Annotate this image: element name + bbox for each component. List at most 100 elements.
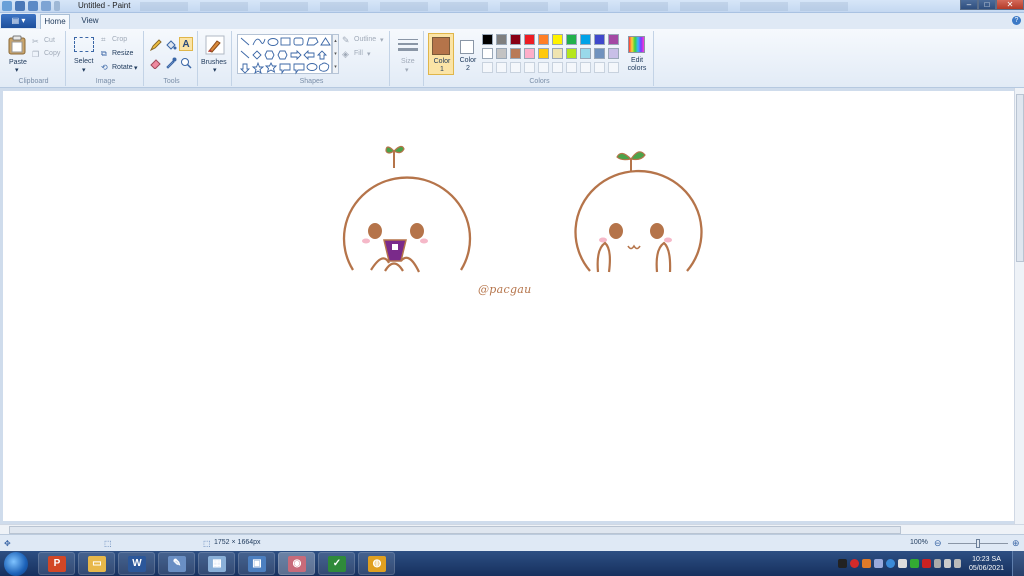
resize-button[interactable]: Resize — [112, 50, 133, 57]
paste-button[interactable]: Paste ▾ — [6, 33, 28, 74]
zoom-out-icon[interactable]: ⊖ — [934, 538, 942, 549]
palette-empty-swatch[interactable] — [566, 62, 577, 73]
tray-app-icon[interactable] — [838, 559, 847, 568]
maximize-button[interactable]: □ — [978, 0, 996, 10]
palette-swatch[interactable] — [594, 48, 605, 59]
start-button[interactable] — [4, 552, 28, 576]
color-1-button[interactable]: Color 1 — [428, 33, 454, 75]
save-icon[interactable] — [15, 1, 25, 11]
tray-chat-icon[interactable] — [886, 559, 895, 568]
rotate-button[interactable]: Rotate — [112, 64, 133, 71]
palette-swatch[interactable] — [566, 34, 577, 45]
tab-view[interactable]: View — [76, 14, 104, 29]
eraser-icon[interactable] — [150, 57, 162, 69]
shapes-gallery[interactable] — [237, 34, 332, 75]
horizontal-scrollbar[interactable] — [0, 524, 1024, 534]
fill-bucket-icon[interactable] — [165, 39, 177, 51]
vertical-scrollbar[interactable] — [1014, 88, 1024, 524]
palette-swatch[interactable] — [580, 48, 591, 59]
tray-opera-icon[interactable] — [850, 559, 859, 568]
color-picker-icon[interactable] — [165, 57, 177, 69]
tray-network-status-icon[interactable] — [910, 559, 919, 568]
taskbar-excel-like[interactable]: ✓ — [318, 552, 355, 575]
palette-swatch[interactable] — [524, 34, 535, 45]
taskbar-paint-brush-app[interactable]: ✎ — [158, 552, 195, 575]
zoom-in-icon[interactable]: ⊕ — [1012, 538, 1020, 549]
paint-app-icon[interactable] — [2, 1, 12, 11]
shapes-scroll[interactable]: ▴ ▾ ▾ — [332, 34, 339, 74]
text-tool-button[interactable]: A — [179, 37, 193, 51]
palette-swatch[interactable] — [566, 48, 577, 59]
palette-swatch[interactable] — [538, 34, 549, 45]
palette-swatch[interactable] — [510, 34, 521, 45]
copy-button[interactable]: Copy — [44, 50, 60, 57]
outline-dropdown-icon[interactable]: ▾ — [380, 36, 384, 44]
minimize-button[interactable]: – — [960, 0, 978, 10]
palette-swatch[interactable] — [482, 34, 493, 45]
palette-swatch[interactable] — [510, 48, 521, 59]
redo-icon[interactable] — [41, 1, 51, 11]
magnifier-icon[interactable] — [180, 57, 192, 69]
palette-swatch[interactable] — [608, 34, 619, 45]
close-button[interactable]: ✕ — [996, 0, 1024, 10]
palette-swatch[interactable] — [608, 48, 619, 59]
keyboard-icon[interactable] — [954, 559, 961, 568]
palette-empty-swatch[interactable] — [552, 62, 563, 73]
rotate-dropdown-icon[interactable]: ▾ — [134, 64, 138, 72]
zoom-slider[interactable] — [948, 539, 1008, 548]
palette-empty-swatch[interactable] — [594, 62, 605, 73]
fill-dropdown-icon[interactable]: ▾ — [367, 50, 371, 58]
palette-swatch[interactable] — [524, 48, 535, 59]
fill-button[interactable]: Fill — [354, 50, 363, 57]
palette-empty-swatch[interactable] — [538, 62, 549, 73]
color-2-button[interactable]: Color 2 — [457, 33, 479, 75]
palette-swatch[interactable] — [552, 48, 563, 59]
edit-colors-button[interactable]: Edit colors — [624, 33, 650, 75]
help-icon[interactable]: ? — [1012, 16, 1021, 25]
wifi-signal-icon[interactable] — [934, 559, 941, 568]
vertical-scroll-thumb[interactable] — [1016, 94, 1024, 262]
select-button[interactable]: Select ▾ — [72, 35, 96, 74]
palette-swatch[interactable] — [538, 48, 549, 59]
tray-v-icon[interactable] — [922, 559, 931, 568]
palette-swatch[interactable] — [580, 34, 591, 45]
taskbar-network-app[interactable]: ▣ — [238, 552, 275, 575]
taskbar-word[interactable]: W — [118, 552, 155, 575]
cut-button[interactable]: Cut — [44, 37, 55, 44]
palette-swatch[interactable] — [482, 48, 493, 59]
undo-icon[interactable] — [28, 1, 38, 11]
volume-icon[interactable] — [944, 559, 951, 568]
paint-menu-button[interactable]: ▤ ▾ — [1, 14, 36, 28]
size-button[interactable]: Size ▾ — [394, 35, 422, 74]
palette-empty-swatch[interactable] — [496, 62, 507, 73]
customize-qat-icon[interactable] — [54, 1, 60, 11]
palette-empty-swatch[interactable] — [608, 62, 619, 73]
palette-swatch[interactable] — [496, 34, 507, 45]
palette-empty-swatch[interactable] — [510, 62, 521, 73]
palette-empty-swatch[interactable] — [482, 62, 493, 73]
taskbar-paint[interactable]: ◉ — [278, 552, 315, 575]
tray-cloud-icon[interactable] — [874, 559, 883, 568]
palette-swatch[interactable] — [552, 34, 563, 45]
outline-button[interactable]: Outline — [354, 36, 376, 43]
palette-empty-swatch[interactable] — [580, 62, 591, 73]
palette-swatch[interactable] — [496, 48, 507, 59]
tray-tool-icon[interactable] — [862, 559, 871, 568]
horizontal-scroll-thumb[interactable] — [9, 526, 901, 534]
show-desktop-button[interactable] — [1012, 551, 1024, 576]
tab-home[interactable]: Home — [40, 14, 70, 29]
drawing-canvas[interactable]: @pacgau — [3, 91, 1014, 521]
taskbar-chrome[interactable]: ◍ — [358, 552, 395, 575]
clock[interactable]: 10:23 SA 05/06/2021 — [969, 555, 1004, 573]
palette-swatch[interactable] — [594, 34, 605, 45]
taskbar-calculator[interactable]: ▦ — [198, 552, 235, 575]
palette-empty-swatch[interactable] — [524, 62, 535, 73]
tray-flag-icon[interactable] — [898, 559, 907, 568]
taskbar-file-explorer[interactable]: ▭ — [78, 552, 115, 575]
line-size-icon — [398, 39, 418, 51]
pencil-icon[interactable] — [150, 39, 162, 51]
taskbar-powerpoint[interactable]: P — [38, 552, 75, 575]
crop-button[interactable]: Crop — [112, 36, 127, 43]
brushes-button[interactable]: Brushes ▾ — [200, 33, 232, 74]
zoom-slider-thumb[interactable] — [976, 539, 980, 548]
